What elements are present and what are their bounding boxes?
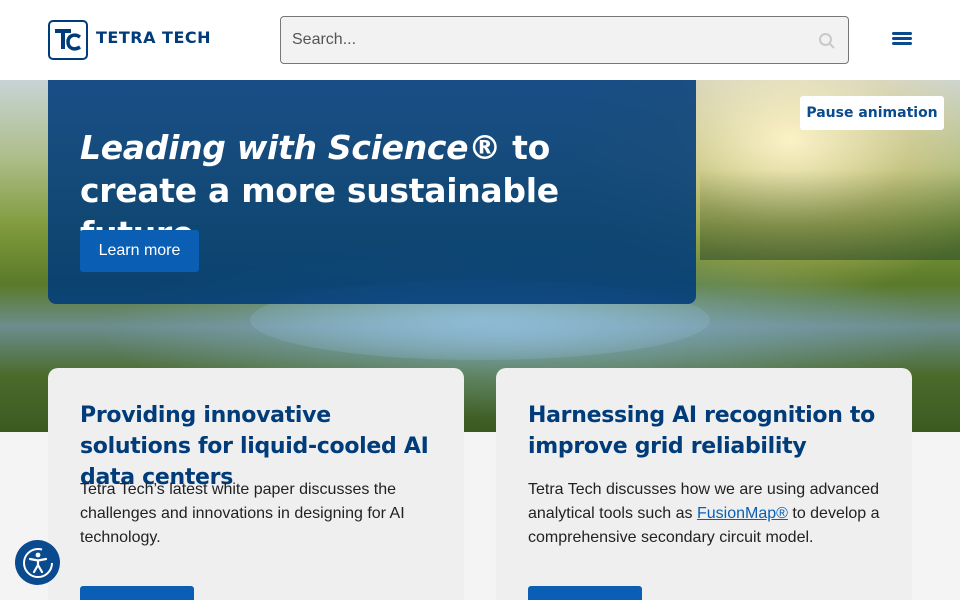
search-input[interactable] — [281, 17, 848, 63]
learn-more-button[interactable]: Learn more — [80, 230, 199, 272]
hero-panel: Leading with Science® to create a more s… — [48, 80, 696, 304]
logo-text: TETRA TECH — [96, 27, 212, 47]
tetra-tech-logo[interactable]: TETRA TECH — [48, 20, 211, 60]
accessibility-person-icon — [22, 547, 53, 578]
accessibility-widget-button[interactable] — [15, 540, 60, 585]
card-description: Tetra Tech discusses how we are using ad… — [528, 478, 880, 550]
fusionmap-link[interactable]: FusionMap® — [697, 505, 788, 522]
logo-mark-icon — [48, 20, 88, 60]
hero-background-image — [700, 170, 960, 260]
card-read-more-button[interactable] — [528, 586, 642, 600]
news-card-grid-reliability: Harnessing AI recognition to improve gri… — [496, 368, 912, 600]
site-header: TETRA TECH — [0, 0, 960, 80]
hamburger-menu-icon[interactable] — [890, 30, 914, 50]
hero-title-emphasis: Leading with Science® — [80, 128, 501, 167]
card-read-more-button[interactable] — [80, 586, 194, 600]
card-title[interactable]: Harnessing AI recognition to improve gri… — [528, 400, 888, 462]
card-description: Tetra Tech’s latest white paper discusse… — [80, 481, 405, 546]
news-card-data-centers: Providing innovative solutions for liqui… — [48, 368, 464, 600]
search-icon[interactable] — [818, 32, 836, 50]
search-box — [280, 16, 849, 64]
pause-animation-button[interactable]: Pause animation — [800, 96, 944, 130]
